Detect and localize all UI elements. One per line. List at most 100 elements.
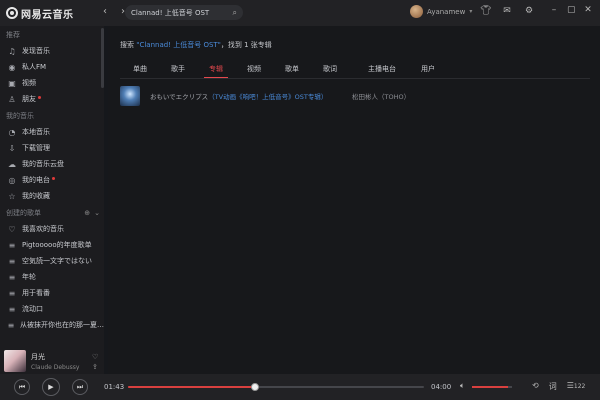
sidebar-item[interactable]: ◔ 本地音乐: [0, 124, 104, 140]
album-artist[interactable]: 松田彬人（TOHO）: [352, 91, 410, 101]
tabs-divider: [120, 78, 590, 79]
tab-4[interactable]: 歌单: [280, 64, 304, 74]
sidebar-item-icon: ☁: [8, 159, 16, 169]
search-box[interactable]: Clannad! 上低音号 OST ⌕: [125, 5, 243, 20]
tab-6[interactable]: 主播电台: [356, 64, 408, 74]
result-summary: 搜索 "Clannad! 上低音号 OST"，找到 1 张专辑: [120, 40, 272, 50]
sidebar-item-icon: ◔: [8, 127, 16, 137]
gear-icon[interactable]: ⚙: [524, 6, 534, 16]
notification-dot: [52, 176, 55, 180]
player-bar: ⏮ ▶ ⏭ 01:43 04:00 🔈︎ ⟲ 词 ☰122: [0, 374, 600, 400]
sidebar: 推荐 ♫ 发现音乐 ◉ 私人FM ▣ 视频 ♙ 朋友 我的音乐 ◔ 本地音乐 ⇩ 下载管理 ☁ 我的音乐云盘 ◎…: [0, 26, 104, 374]
sidebar-item[interactable]: ◉ 私人FM: [0, 59, 104, 75]
volume-icon[interactable]: 🔈︎: [460, 381, 465, 391]
sidebar-item[interactable]: ☆ 我的收藏: [0, 188, 104, 204]
sidebar-item-icon: ♫: [8, 46, 16, 56]
lyrics-icon[interactable]: 词: [549, 381, 557, 392]
sidebar-item[interactable]: ◎ 我的电台: [0, 172, 104, 188]
tab-1[interactable]: 歌手: [166, 64, 190, 74]
sidebar-item-icon: ♡: [8, 224, 16, 234]
tab-2[interactable]: 专辑: [204, 64, 228, 79]
album-title-main: おもいでエクリプス: [150, 93, 209, 101]
search-results-panel: 搜索 "Clannad! 上低音号 OST"，找到 1 张专辑 单曲 歌手 专辑 视频…: [108, 26, 600, 374]
progress-fill: [128, 386, 256, 388]
tab-0[interactable]: 单曲: [128, 64, 152, 74]
now-playing[interactable]: 月光 Claude Debussy ♡ ⇪: [0, 348, 104, 374]
sidebar-group-label: 创建的歌单: [6, 209, 41, 217]
user-name[interactable]: Ayanamew: [427, 8, 465, 16]
album-cover[interactable]: [120, 86, 140, 106]
sidebar-item[interactable]: ≡ 用于看番: [0, 285, 104, 301]
share-icon[interactable]: ⇪: [92, 362, 98, 372]
sidebar-item[interactable]: ♙ 朋友: [0, 91, 104, 107]
sidebar-item-icon: ☆: [8, 191, 16, 201]
total-time: 04:00: [431, 383, 452, 391]
sidebar-item[interactable]: ≡ 从被抹开你也在的那一夏…: [0, 317, 104, 333]
sidebar-item[interactable]: ≡ 流动口: [0, 301, 104, 317]
result-suffix: ，找到 1 张专辑: [220, 41, 272, 49]
sidebar-item[interactable]: ♡ 我喜欢的音乐: [0, 221, 104, 237]
sidebar-item-label: 私人FM: [22, 63, 47, 71]
heart-icon[interactable]: ♡: [92, 352, 98, 362]
sidebar-item[interactable]: ♫ 发现音乐: [0, 43, 104, 59]
shirt-icon[interactable]: 👕︎: [480, 6, 491, 16]
result-keyword: "Clannad! 上低音号 OST": [136, 41, 221, 49]
sidebar-item[interactable]: ≡ 年轮: [0, 269, 104, 285]
chevron-down-icon[interactable]: ▾: [469, 8, 472, 15]
add-playlist-icon[interactable]: ⊕: [84, 209, 90, 217]
user-menu[interactable]: Ayanamew ▾: [410, 5, 472, 18]
now-playing-cover[interactable]: [4, 350, 26, 372]
collapse-icon[interactable]: ⌄: [94, 209, 100, 217]
sidebar-item[interactable]: ▣ 视频: [0, 75, 104, 91]
mail-icon[interactable]: ✉: [502, 6, 512, 16]
result-prefix: 搜索: [120, 41, 134, 49]
next-button[interactable]: ⏭: [72, 379, 88, 395]
minimize-icon[interactable]: –: [550, 5, 558, 15]
app-logo[interactable]: 网易云音乐: [6, 6, 74, 21]
history-nav: ‹ ›: [100, 6, 128, 17]
progress-handle[interactable]: [251, 383, 260, 391]
sidebar-item-label: 我的收藏: [22, 192, 50, 200]
sidebar-item[interactable]: ☁ 我的音乐云盘: [0, 156, 104, 172]
result-tabs: 单曲 歌手 专辑 视频 歌单 歌词 主播电台 用户: [128, 64, 454, 79]
sidebar-item-label: 我的电台: [22, 176, 50, 184]
sidebar-item[interactable]: ⇩ 下载管理: [0, 140, 104, 156]
sidebar-item-icon: ◎: [8, 175, 16, 185]
sidebar-item-icon: ≡: [8, 272, 16, 282]
album-row[interactable]: おもいでエクリプス（TV动画《响吧！上低音号》OST专辑） 松田彬人（TOHO）: [120, 84, 590, 108]
tab-3[interactable]: 视频: [242, 64, 266, 74]
progress-bar[interactable]: [128, 383, 424, 391]
sidebar-item[interactable]: ≡ 空気読一文字ではない: [0, 253, 104, 269]
tab-5[interactable]: 歌词: [318, 64, 342, 74]
back-arrow-icon[interactable]: ‹: [100, 6, 110, 17]
sidebar-item-icon: ≡: [8, 288, 16, 298]
now-playing-title: 月光: [31, 352, 45, 361]
window-controls: – ▢ ✕: [550, 5, 592, 15]
tab-7[interactable]: 用户: [416, 64, 440, 74]
playlist-icon[interactable]: ☰122: [567, 381, 586, 392]
search-input[interactable]: Clannad! 上低音号 OST: [131, 8, 233, 18]
sidebar-item-icon: ▣: [8, 78, 16, 88]
close-icon[interactable]: ✕: [584, 5, 592, 15]
sidebar-scrollbar[interactable]: [101, 28, 104, 88]
avatar[interactable]: [410, 5, 423, 18]
previous-button[interactable]: ⏮: [14, 379, 30, 395]
sidebar-item-icon: ≡: [8, 256, 16, 266]
volume-slider[interactable]: [472, 386, 512, 388]
loop-icon[interactable]: ⟲: [532, 381, 539, 392]
sidebar-item-icon: ♙: [8, 94, 16, 104]
album-title[interactable]: おもいでエクリプス（TV动画《响吧！上低音号》OST专辑）: [150, 91, 327, 101]
search-icon[interactable]: ⌕: [233, 8, 237, 18]
sidebar-group-label: 我的音乐: [6, 112, 34, 120]
sidebar-group-title: 推荐: [0, 26, 104, 43]
sidebar-item-label: 朋友: [22, 95, 36, 103]
sidebar-item[interactable]: ≡ Pigtooooo的年度歌单: [0, 237, 104, 253]
player-extras: ⟲ 词 ☰122: [532, 381, 585, 392]
sidebar-item-label: 流动口: [22, 305, 43, 313]
sidebar-item-label: 发现音乐: [22, 47, 50, 55]
sidebar-item-icon: ≡: [7, 320, 15, 330]
play-button[interactable]: ▶: [42, 378, 60, 396]
sidebar-item-label: 空気読一文字ではない: [22, 257, 92, 265]
maximize-icon[interactable]: ▢: [567, 5, 576, 15]
sidebar-group-title: 创建的歌单 ⊕ ⌄: [0, 204, 104, 221]
